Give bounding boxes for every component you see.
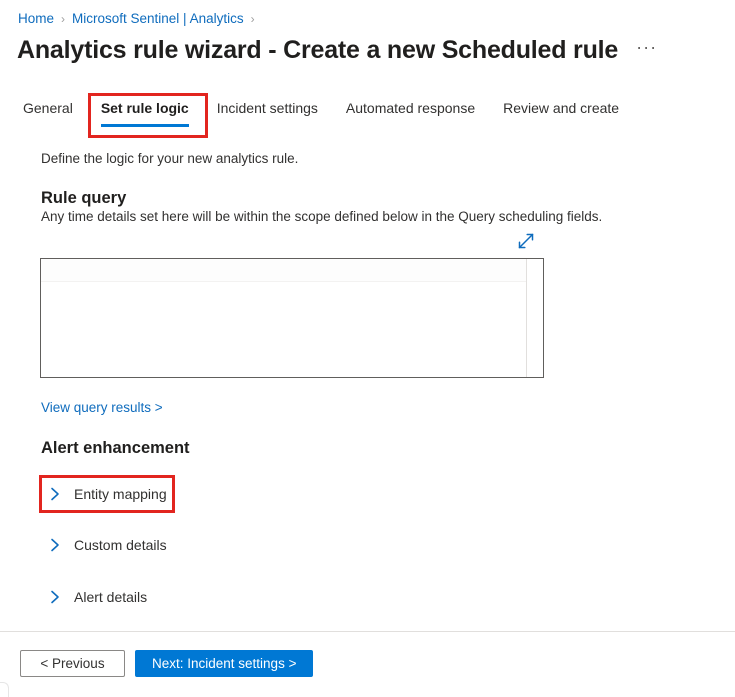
wizard-footer: < Previous Next: Incident settings > xyxy=(20,650,314,677)
rule-query-heading: Rule query xyxy=(41,189,127,207)
tab-automated-response-label: Automated response xyxy=(345,100,476,116)
tab-active-underline xyxy=(100,124,189,127)
chevron-right-icon xyxy=(51,538,59,552)
chevron-right-icon xyxy=(51,487,59,501)
tab-incident-settings[interactable]: Incident settings xyxy=(203,99,332,127)
section-custom-details[interactable]: Custom details xyxy=(46,533,167,557)
rule-query-editor[interactable] xyxy=(40,258,544,378)
section-alert-details-label: Alert details xyxy=(74,589,148,605)
page-corner-artifact xyxy=(0,682,9,697)
previous-button[interactable]: < Previous xyxy=(20,650,125,677)
rule-query-description: Any time details set here will be within… xyxy=(41,209,603,224)
section-entity-mapping[interactable]: Entity mapping xyxy=(46,482,167,506)
tab-set-rule-logic-label: Set rule logic xyxy=(100,100,189,116)
query-editor-scrollbar[interactable] xyxy=(526,259,543,377)
view-query-results-link[interactable]: View query results > xyxy=(41,400,163,415)
tab-automated-response[interactable]: Automated response xyxy=(332,99,489,127)
breadcrumb-separator-icon: › xyxy=(250,12,255,26)
tab-set-rule-logic[interactable]: Set rule logic xyxy=(87,99,203,127)
page-header: Analytics rule wizard - Create a new Sch… xyxy=(17,36,657,65)
tab-review-and-create-label: Review and create xyxy=(503,100,620,116)
section-custom-details-label: Custom details xyxy=(74,537,167,553)
breadcrumb: Home › Microsoft Sentinel | Analytics › xyxy=(18,10,262,28)
tab-general[interactable]: General xyxy=(19,99,87,127)
wizard-tabs: General Set rule logic Incident settings… xyxy=(19,99,633,133)
more-options-icon[interactable]: ··· xyxy=(636,38,657,62)
tab-general-label: General xyxy=(23,100,73,116)
query-editor-active-line xyxy=(41,259,526,282)
page-title: Analytics rule wizard - Create a new Sch… xyxy=(17,36,619,64)
footer-divider xyxy=(0,631,735,632)
chevron-right-icon xyxy=(51,590,59,604)
tab-review-and-create[interactable]: Review and create xyxy=(489,99,633,127)
alert-enhancement-heading: Alert enhancement xyxy=(41,439,190,457)
section-alert-details[interactable]: Alert details xyxy=(46,585,147,609)
breadcrumb-separator-icon: › xyxy=(61,12,66,26)
page-subtitle: Define the logic for your new analytics … xyxy=(41,151,299,166)
breadcrumb-item-microsoft-sentinel-analytics[interactable]: Microsoft Sentinel | Analytics xyxy=(72,10,244,28)
tab-incident-settings-label: Incident settings xyxy=(216,100,318,116)
breadcrumb-item-home[interactable]: Home xyxy=(18,10,54,28)
next-incident-settings-button[interactable]: Next: Incident settings > xyxy=(135,650,314,677)
expand-diagonal-icon[interactable] xyxy=(515,230,537,252)
section-entity-mapping-label: Entity mapping xyxy=(74,486,167,502)
